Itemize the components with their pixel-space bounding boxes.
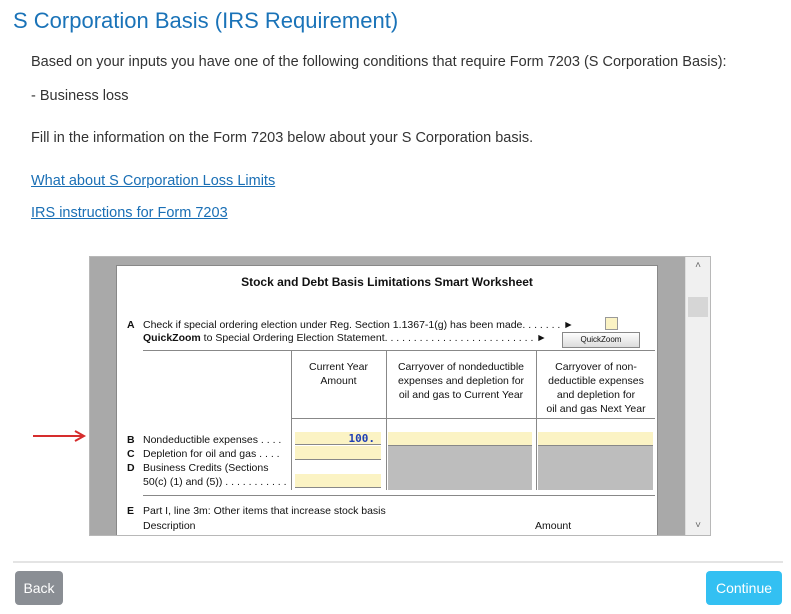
line-d-text-2: 50(c) (1) and (5)) . . . . . . . . . . . xyxy=(143,476,287,488)
line-e-text: Part I, line 3m: Other items that increa… xyxy=(143,505,386,517)
red-arrow-icon xyxy=(33,430,87,442)
col-current-line1: Current Year xyxy=(309,361,368,373)
continue-button[interactable]: Continue xyxy=(706,571,782,605)
line-a-letter: A xyxy=(127,319,135,331)
worksheet-title: Stock and Debt Basis Limitations Smart W… xyxy=(241,275,533,289)
line-e-letter: E xyxy=(127,505,135,517)
col-header-next-year: Carryover of non- deductible expenses an… xyxy=(536,360,656,416)
line-a-text: Check if special ordering election under… xyxy=(143,319,574,331)
line-c-letter: C xyxy=(127,448,135,460)
header-bottom-rule xyxy=(291,418,655,419)
col-carry-line1: Carryover of nondeductible xyxy=(397,361,525,373)
intro-text: Based on your inputs you have one of the… xyxy=(31,54,727,70)
line-d-text-1: Business Credits (Sections xyxy=(143,462,269,474)
special-ordering-checkbox[interactable] xyxy=(605,317,618,330)
quickzoom-text: to Special Ordering Election Statement. … xyxy=(200,332,547,344)
col-header-carryover: Carryover of nondeductible expenses and … xyxy=(386,360,536,402)
col-next-line3: and depletion for xyxy=(556,389,636,401)
col-next-line1: Carryover of non- xyxy=(555,361,637,373)
nondeductible-expenses-field[interactable]: 100. xyxy=(295,432,381,445)
instruction-text: Fill in the information on the Form 7203… xyxy=(31,130,534,146)
line-d-letter: D xyxy=(127,462,135,474)
footer-divider xyxy=(13,561,783,563)
quickzoom-button[interactable]: QuickZoom xyxy=(562,332,640,348)
table-top-rule xyxy=(143,350,655,351)
col-header-current: Current Year Amount xyxy=(291,360,386,388)
line-c-text: Depletion for oil and gas . . . . xyxy=(143,448,280,460)
scroll-up-icon[interactable]: ˄ xyxy=(686,257,710,275)
col-carry-line2: expenses and depletion for xyxy=(397,375,525,387)
condition-text: - Business loss xyxy=(31,88,129,104)
business-credits-field[interactable] xyxy=(295,474,381,488)
line-b-letter: B xyxy=(127,434,135,446)
irs-instructions-link[interactable]: IRS instructions for Form 7203 xyxy=(31,205,228,221)
quickzoom-line: QuickZoom to Special Ordering Election S… xyxy=(143,332,547,344)
carryover-current-gray xyxy=(388,446,532,490)
table-bottom-rule xyxy=(143,495,655,496)
scroll-down-icon[interactable]: ˅ xyxy=(686,517,710,535)
carryover-next-gray xyxy=(538,446,653,490)
page-title: S Corporation Basis (IRS Requirement) xyxy=(13,8,399,33)
worksheet-scrollbar[interactable]: ˄ ˅ xyxy=(685,257,710,535)
col-next-line4: oil and gas Next Year xyxy=(546,403,646,415)
col-next-line2: deductible expenses xyxy=(548,375,644,387)
depletion-field[interactable] xyxy=(295,446,381,460)
carryover-next-field[interactable] xyxy=(538,432,653,446)
form-7203-screenshot: Stock and Debt Basis Limitations Smart W… xyxy=(89,256,711,536)
loss-limits-link[interactable]: What about S Corporation Loss Limits xyxy=(31,173,275,189)
col-carry-line3: oil and gas to Current Year xyxy=(398,389,524,401)
scroll-thumb[interactable] xyxy=(688,297,708,317)
line-e-amount: Amount xyxy=(535,520,572,532)
carryover-current-field[interactable] xyxy=(388,432,532,446)
worksheet: Stock and Debt Basis Limitations Smart W… xyxy=(116,265,658,535)
line-b-text: Nondeductible expenses . . . . xyxy=(143,434,282,446)
line-e-description: Description xyxy=(143,520,196,532)
back-button[interactable]: Back xyxy=(15,571,63,605)
col-current-line2: Amount xyxy=(320,375,357,387)
quickzoom-bold: QuickZoom xyxy=(143,332,201,344)
